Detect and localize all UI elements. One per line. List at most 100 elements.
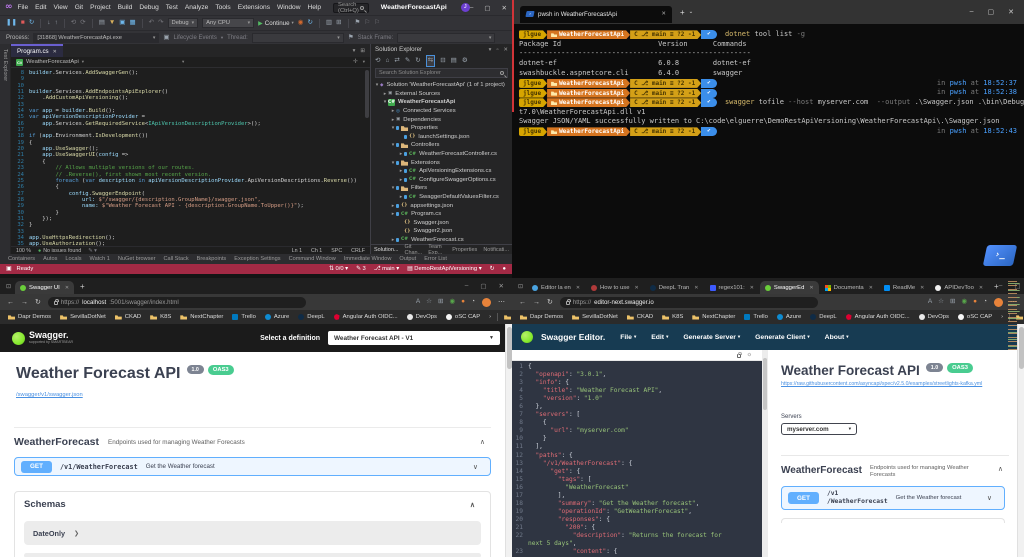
vs-menu-help[interactable]: Help [307,4,321,11]
panel-tab-immediate-window[interactable]: Immediate Window [344,256,392,262]
maximize-icon[interactable]: ▢ [484,4,490,12]
chevron-down-icon[interactable]: ▾ [82,59,84,65]
expand-icon[interactable]: ∨ [473,463,484,471]
code-editor[interactable]: 8builder.Services.AddSwaggerGen();91011b… [11,68,370,246]
chevron-down-icon[interactable]: ▾ [182,59,184,65]
tag-section-header[interactable]: WeatherForecast Endpoints used for manag… [781,455,1009,479]
address-bar[interactable]: https://localhost:5001/swagger/index.htm… [48,297,306,308]
browser-tab-swaggered[interactable]: SwaggerEd✕ [760,281,819,294]
browser-tab-deepl-tran[interactable]: DeepL Tran✕ [645,281,704,294]
spec-link[interactable]: https://raw.githubusercontent.com/asynca… [781,381,1009,387]
vs-menu-git[interactable]: Git [75,4,83,11]
bookmark-dapr-demos[interactable]: Dapr Demos [8,314,51,320]
platform-dropdown[interactable]: Any CPU▾ [202,18,254,28]
add-icon[interactable]: ✛ [353,59,358,65]
line-indicator[interactable]: Ln 1 [292,248,302,254]
tree-item-appsettings-json[interactable]: ▸{}appsettings.json [371,201,512,210]
read-aloud-icon[interactable]: A [928,297,932,307]
vs-menu-test[interactable]: Test [166,4,178,11]
panel-tab-autos[interactable]: Autos [43,256,57,262]
hot-reload-icon[interactable]: ◉ [298,18,304,28]
spaces-indicator[interactable]: SPC [331,248,342,254]
status-item-main[interactable]: ⎇ main ▾ [374,266,399,272]
close-tab-icon[interactable]: ✕ [661,11,666,17]
se-tab-solution[interactable]: Solution... [374,247,398,253]
browser-tab-regex101[interactable]: regex101:✕ [705,281,759,294]
bookmark-osc-cap[interactable]: oSC CAP [958,314,992,320]
bookmark-trello[interactable]: Trello [744,314,768,320]
panel-icon-item[interactable]: ✕ [503,47,508,53]
tab-list-icon[interactable]: ▾ [353,48,356,54]
new-tab-icon[interactable]: + [80,282,85,291]
page-scrollbar[interactable] [505,324,512,557]
forward-icon[interactable]: → [533,299,540,306]
menu-generate-client[interactable]: Generate Client▾ [755,334,810,341]
bookmark-angular-auth-oidc[interactable]: Angular Auth OIDC... [334,314,398,320]
back-icon[interactable]: ⟲ [375,56,380,66]
bookmarks-overflow-icon[interactable]: › [1001,314,1003,320]
close-tab-icon[interactable]: ✕ [65,285,69,291]
close-tab-icon[interactable]: ✕ [750,285,754,291]
panel-tab-containers[interactable]: Containers [8,256,35,262]
lifecycle-events-label[interactable]: Lifecycle Events [174,35,217,41]
lifecycle-events-icon[interactable]: ▣ [163,33,169,43]
bookmark-icon[interactable]: ⚑ [355,18,361,28]
vs-menu-file[interactable]: File [18,4,29,11]
extension-green-icon[interactable]: ◉ [449,297,455,307]
tree-item-weatherforecastapi[interactable]: ▾C#WeatherForecastApi [371,98,512,107]
bookmark-devops[interactable]: DevOps [919,314,949,320]
tree-item-solution-weatherforecastapi-1-of-1-project[interactable]: ▾◆Solution 'WeatherForecastApi' (1 of 1 … [371,81,512,90]
switch-views-icon[interactable]: ⇄ [394,56,399,66]
collapse-icon[interactable]: ∧ [998,465,1009,473]
bookmark-k8s[interactable]: K8S [662,314,683,320]
tree-item-properties[interactable]: ▾Properties [371,124,512,133]
browser-tab-swagger-ui[interactable]: Swagger UI✕ [15,281,74,294]
flag-icon[interactable]: ⚑ [348,33,354,43]
browser-tab-editor-la-en[interactable]: Editor la en✕ [527,281,585,294]
panel-icon-item[interactable]: ▫ [496,47,498,53]
profile-avatar[interactable] [482,298,491,307]
close-tab-icon[interactable]: ✕ [576,285,580,291]
bookmark-sevilladotnet[interactable]: SevillaDotNet [60,314,106,320]
browser-tab-readme[interactable]: ReadMe✕ [879,281,929,294]
tree-item-external-sources[interactable]: ▸▣External Sources [371,90,512,99]
panel-tab-watch-1[interactable]: Watch 1 [90,256,110,262]
bookmark-angular-auth-oidc[interactable]: Angular Auth OIDC... [846,314,910,320]
collapse-icon[interactable]: ∧ [470,501,481,509]
panel-tab-output[interactable]: Output [399,256,416,262]
more-menu-icon[interactable]: ⋯ [498,298,505,306]
favorites-icon[interactable]: ☆ [938,297,944,307]
bookmark-osc-cap[interactable]: oSC CAP [446,314,480,320]
restart-icon[interactable]: ↻ [29,18,34,28]
bookmark-trello[interactable]: Trello [232,314,256,320]
new-tab-icon[interactable]: + [680,8,685,17]
tree-item-swaggerdefaultvaluesfilter-cs[interactable]: ▸C#SwaggerDefaultValuesFilter.cs [371,193,512,202]
refresh-icon[interactable]: ↻ [35,298,41,306]
collapse-icon[interactable]: ∧ [480,438,491,446]
sync-with-active-document-icon[interactable]: ⇆ [426,55,435,67]
bookmark-dapr-demos[interactable]: Dapr Demos [520,314,563,320]
thread-dropdown[interactable]: ▾ [252,33,344,43]
vs-account-avatar[interactable]: J [461,3,470,12]
tree-item-swagger2-json[interactable]: {}Swagger2.json [371,227,512,236]
minimize-icon[interactable]: – [970,8,974,16]
tab-actions-icon[interactable]: ⊡ [6,283,11,290]
navigate-back-icon[interactable]: ⟲ [71,18,76,28]
refresh-icon[interactable]: ↻ [547,298,553,306]
maximize-icon[interactable]: ▢ [988,8,995,16]
show-all-files-icon[interactable]: ▤ [451,56,457,66]
bookmark-prev-icon[interactable]: ⚐ [374,18,380,28]
solution-explorer-search[interactable]: Search Solution Explorer [375,68,508,78]
settings-icon[interactable]: ☼ [747,352,753,358]
extension-green-icon[interactable]: ◉ [961,297,967,307]
tab-program-cs[interactable]: Program.cs✕ [11,44,63,57]
panel-tab-locals[interactable]: Locals [65,256,81,262]
float-icon[interactable]: ⊞ [360,48,365,54]
vs-menu-extensions[interactable]: Extensions [238,4,270,11]
process-dropdown[interactable]: [31868] WeatherForecastApi.exe▾ [33,33,159,43]
bookmark-ckad[interactable]: CKAD [115,314,141,320]
bookmark-k8s[interactable]: K8S [150,314,171,320]
minimize-icon[interactable]: – [465,282,469,290]
bookmark-deepl[interactable]: DeepL [298,314,324,320]
collections-icon[interactable]: ⊞ [950,297,955,307]
